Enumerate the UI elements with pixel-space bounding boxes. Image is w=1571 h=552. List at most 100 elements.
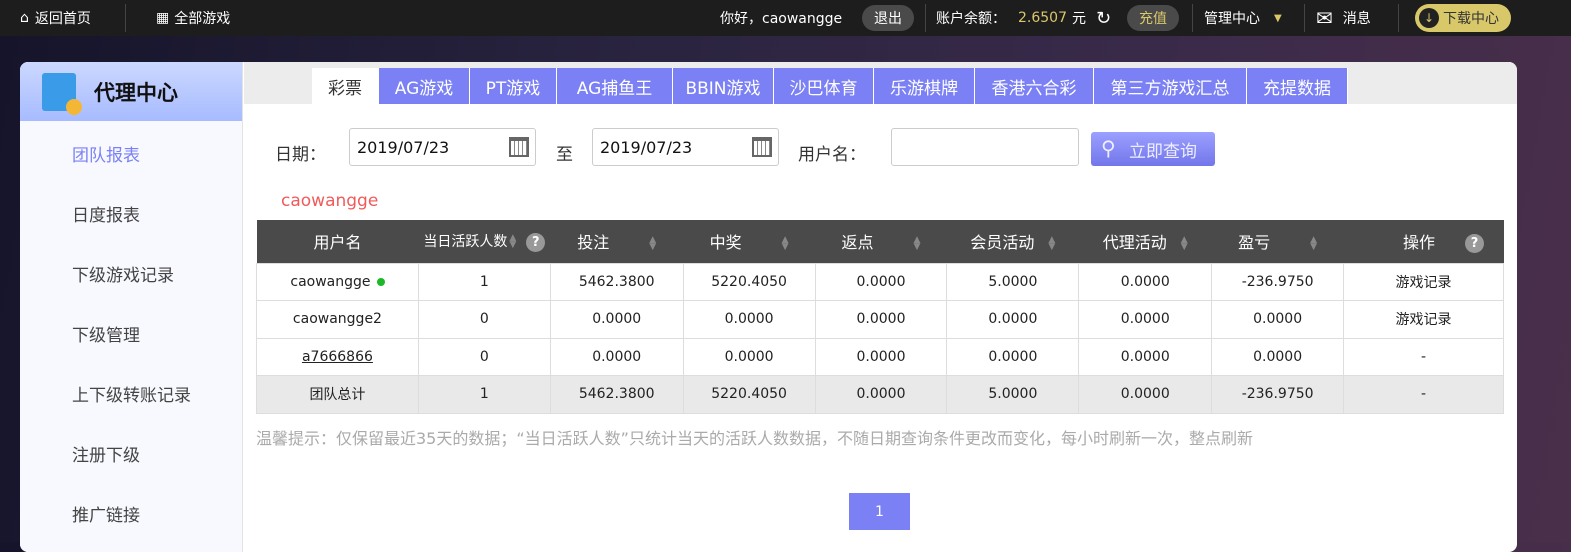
cell-value: 5220.4050 (711, 386, 787, 403)
cell-value: 0.0000 (592, 311, 642, 328)
col-rebate[interactable]: 返点 ▲ ▼ (815, 220, 947, 263)
cell: 团队总计 (256, 375, 419, 414)
sidebar-item-transfer-records[interactable]: 上下级转账记录 (72, 381, 191, 406)
mail-icon: ✉ (1316, 6, 1333, 30)
cell: caowangge (256, 262, 419, 301)
cell-value: 0.0000 (856, 348, 906, 365)
cell: 5462.3800 (549, 262, 684, 301)
page-1-button[interactable]: 1 (849, 493, 910, 530)
home-icon: ⌂ (20, 10, 29, 26)
tab-ag[interactable]: AG游戏 (379, 68, 470, 104)
all-games-label: 全部游戏 (174, 11, 231, 27)
col-win[interactable]: 中奖 ▲ ▼ (683, 220, 816, 263)
table-row: a7666866 0 0.0000 0.0000 0.0000 0.0000 0.0000 0… (256, 337, 1504, 376)
manage-menu[interactable]: 管理中心 ▼ (1204, 0, 1282, 36)
download-button[interactable]: ↓ 下载中心 (1415, 4, 1511, 32)
sidebar-item-register-sub[interactable]: 注册下级 (72, 441, 140, 466)
current-user: caowangge (281, 191, 379, 211)
cell-value: 5220.4050 (711, 273, 787, 290)
search-icon: ⚲ (1101, 136, 1116, 160)
col-actions: 操作? (1343, 220, 1504, 263)
messages-label: 消息 (1342, 11, 1371, 27)
cell: 5462.3800 (549, 375, 684, 414)
start-date-input[interactable]: 2019/07/23 (349, 128, 536, 166)
start-date-value: 2019/07/23 (357, 137, 450, 157)
currency: 元 (1072, 11, 1086, 27)
sidebar-item-sub-game-records[interactable]: 下级游戏记录 (72, 261, 174, 286)
end-date-input[interactable]: 2019/07/23 (592, 128, 779, 166)
cell-value: - (1421, 348, 1427, 365)
agent-panel: 代理中心 团队报表 日度报表 下级游戏记录 下级管理 上下级转账记录 注册下级 … (20, 62, 1517, 552)
tab-ag-fishing[interactable]: AG捕鱼王 (557, 68, 673, 104)
cell-value: 1 (479, 386, 489, 403)
tab-bbin[interactable]: BBIN游戏 (673, 68, 774, 104)
username-link[interactable]: a7666866 (302, 349, 373, 365)
cell: 0.0000 (946, 300, 1080, 339)
download-label: 下载中心 (1443, 11, 1499, 27)
cell: 0.0000 (1078, 337, 1213, 376)
cell-value: -236.9750 (1241, 386, 1314, 403)
cell-value: 5462.3800 (578, 386, 655, 403)
cell-value: - (1421, 386, 1427, 403)
cell: a7666866 (256, 337, 419, 376)
home-link[interactable]: ⌂ 返回首页 (20, 0, 91, 36)
cell: -236.9750 (1211, 262, 1345, 301)
search-button[interactable]: ⚲ 立即查询 (1091, 132, 1215, 166)
username-input[interactable] (891, 128, 1079, 166)
game-records-link[interactable]: 游戏记录 (1396, 312, 1452, 328)
cell: 5220.4050 (682, 262, 816, 301)
tab-chess[interactable]: 乐游棋牌 (874, 68, 975, 104)
cell: 0.0000 (1078, 300, 1213, 339)
cell-value: 5.0000 (988, 273, 1038, 290)
cell-value: 0 (479, 348, 489, 365)
tab-third-party[interactable]: 第三方游戏汇总 (1094, 68, 1247, 104)
cell-value: 团队总计 (309, 387, 366, 404)
col-member-activity[interactable]: 会员活动 ▲ ▼ (946, 220, 1079, 263)
col-active[interactable]: 当日活跃人数 ▲ ▼? (418, 220, 551, 263)
cell: 0.0000 (814, 337, 948, 376)
game-records-link[interactable]: 游戏记录 (1396, 275, 1452, 291)
help-icon[interactable]: ? (1465, 234, 1485, 254)
cell: 0 (417, 300, 551, 339)
col-profit[interactable]: 盈亏 ▲ ▼ (1211, 220, 1344, 263)
sidebar-item-daily-report[interactable]: 日度报表 (72, 201, 140, 226)
cell: 5.0000 (946, 375, 1080, 414)
total-row: 团队总计 1 5462.3800 5220.4050 0.0000 5.0000 0.000… (256, 375, 1504, 414)
username-label: 用户名： (798, 145, 866, 165)
sort-icon: ▲ ▼ (649, 234, 657, 252)
col-bet[interactable]: 投注 ▲ ▼ (550, 220, 684, 263)
logout-button[interactable]: 退出 (862, 5, 914, 31)
all-games-link[interactable]: ▦ 全部游戏 (156, 0, 230, 36)
cell: 0.0000 (814, 300, 948, 339)
cell-value: 1 (479, 273, 489, 290)
cell-value: 0.0000 (592, 348, 642, 365)
tab-mark-six[interactable]: 香港六合彩 (975, 68, 1094, 104)
tab-pt[interactable]: PT游戏 (470, 68, 557, 104)
to-label: 至 (556, 145, 573, 165)
sort-icon: ▲ ▼ (1180, 234, 1188, 252)
tab-lottery[interactable]: 彩票 (312, 68, 379, 104)
cell: 0 (417, 337, 551, 376)
messages-link[interactable]: ✉ 消息 (1316, 0, 1371, 36)
sidebar-title: 代理中心 (94, 80, 178, 105)
sidebar-item-sub-management[interactable]: 下级管理 (72, 321, 140, 346)
recharge-button[interactable]: 充值 (1127, 5, 1179, 31)
cell: caowangge2 (256, 300, 419, 339)
calendar-icon[interactable] (509, 137, 529, 157)
cell: 0.0000 (814, 262, 948, 301)
agent-card-icon (42, 72, 82, 115)
search-label: 立即查询 (1129, 141, 1197, 162)
col-agent-activity[interactable]: 代理活动 ▲ ▼ (1078, 220, 1212, 263)
sidebar-item-promo-link[interactable]: 推广链接 (72, 501, 140, 526)
calendar-icon[interactable] (752, 137, 772, 157)
sort-icon: ▲ ▼ (781, 234, 789, 252)
help-icon[interactable]: ? (526, 232, 546, 252)
sidebar-item-team-report[interactable]: 团队报表 (72, 141, 140, 166)
balance-value: 2.6507 (1018, 10, 1067, 26)
tab-saba[interactable]: 沙巴体育 (774, 68, 874, 104)
tab-deposit-withdraw[interactable]: 充提数据 (1247, 68, 1348, 104)
refresh-icon[interactable]: ↻ (1096, 0, 1111, 36)
cell: 5220.4050 (682, 375, 816, 414)
cell-value: 0.0000 (1120, 348, 1170, 365)
sidebar-header: 代理中心 (20, 62, 242, 121)
